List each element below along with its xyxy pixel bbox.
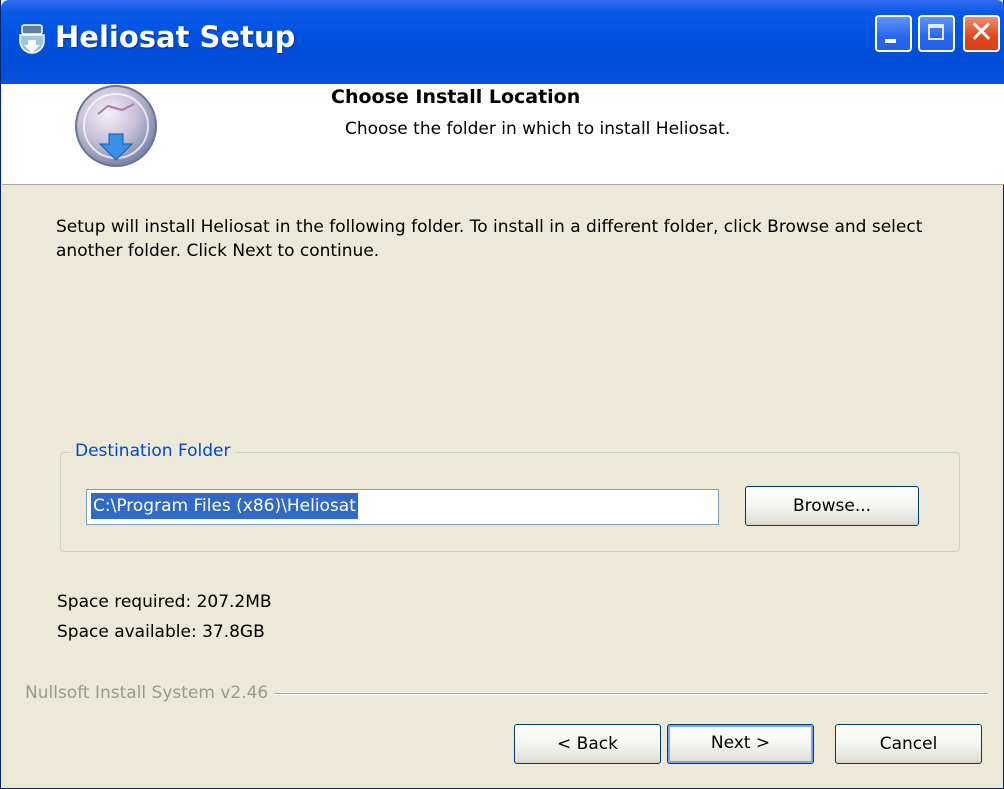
next-button[interactable]: Next > — [667, 724, 814, 764]
destination-group-label: Destination Folder — [71, 441, 235, 461]
installer-icon — [19, 24, 45, 54]
back-button[interactable]: < Back — [514, 724, 661, 764]
page-subtitle: Choose the folder in which to install He… — [345, 119, 731, 139]
close-button[interactable]: ✕ — [963, 15, 1000, 52]
title-bar[interactable]: Heliosat Setup ✕ — [1, 0, 1004, 84]
destination-path-value: C:\Program Files (x86)\Heliosat — [91, 493, 358, 519]
minimize-icon — [885, 39, 896, 43]
close-icon: ✕ — [968, 15, 995, 50]
setup-window: Heliosat Setup ✕ Choose Install Location… — [0, 0, 1004, 789]
wizard-header: Choose Install Location Choose the folde… — [2, 84, 1004, 185]
space-required: Space required: 207.2MB — [57, 592, 272, 612]
maximize-icon — [928, 24, 944, 40]
page-title: Choose Install Location — [331, 86, 581, 108]
minimize-button[interactable] — [875, 15, 912, 52]
browse-button[interactable]: Browse... — [745, 486, 919, 526]
branding-text: Nullsoft Install System v2.46 — [25, 683, 275, 703]
intro-text: Setup will install Heliosat in the follo… — [56, 217, 923, 261]
destination-path-input[interactable]: C:\Program Files (x86)\Heliosat — [86, 489, 719, 525]
install-disc-icon — [75, 85, 157, 167]
maximize-button[interactable] — [918, 15, 955, 52]
cancel-button[interactable]: Cancel — [835, 724, 982, 764]
space-available: Space available: 37.8GB — [57, 622, 265, 642]
window-title: Heliosat Setup — [55, 20, 296, 54]
